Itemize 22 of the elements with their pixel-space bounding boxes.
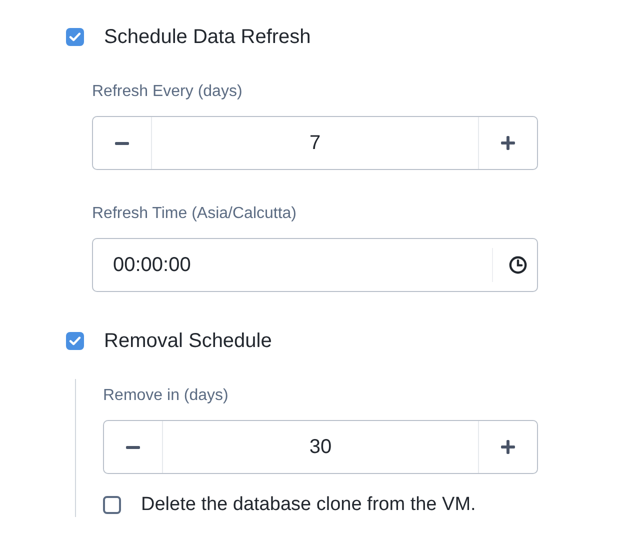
number-field[interactable]: 7 xyxy=(151,117,479,169)
minus-icon xyxy=(126,446,140,448)
number-stepper[interactable]: 30 xyxy=(103,420,538,474)
checkbox[interactable] xyxy=(66,28,84,46)
check-icon xyxy=(69,336,81,346)
checkbox[interactable] xyxy=(66,332,84,350)
number-field[interactable]: 30 xyxy=(162,421,479,473)
checkbox-label: Schedule Data Refresh xyxy=(104,26,311,48)
field-label: Refresh Time (Asia/Calcutta) xyxy=(92,204,298,224)
time-field[interactable]: 00:00:00 xyxy=(111,252,492,278)
time-picker[interactable]: 00:00:00 xyxy=(92,238,538,292)
checkbox-label: Delete the database clone from the VM. xyxy=(141,494,476,516)
checkbox-label: Removal Schedule xyxy=(104,330,272,352)
field-label: Refresh Every (days) xyxy=(92,82,244,102)
clock-icon xyxy=(509,256,527,274)
field-label: Remove in (days) xyxy=(103,386,230,406)
plus-icon xyxy=(501,136,515,150)
number-stepper[interactable]: 7 xyxy=(92,116,538,170)
check-icon xyxy=(69,32,81,42)
minus-icon xyxy=(115,142,129,144)
plus-icon xyxy=(501,440,515,454)
checkbox[interactable] xyxy=(103,496,121,514)
